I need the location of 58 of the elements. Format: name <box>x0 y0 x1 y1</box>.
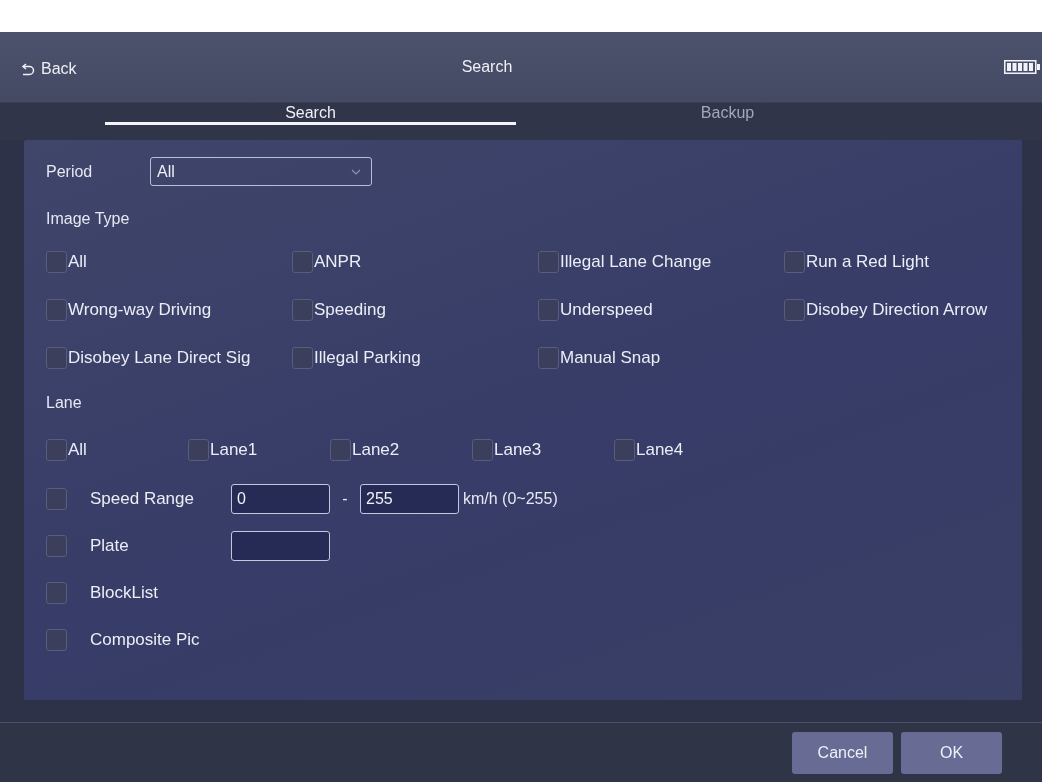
period-dropdown[interactable]: All <box>150 157 372 186</box>
checkbox-label: Lane3 <box>494 440 542 460</box>
input-field[interactable] <box>231 530 330 561</box>
checkbox[interactable] <box>46 487 67 510</box>
checkbox-label: Illegal Parking <box>314 348 421 368</box>
checkbox[interactable] <box>292 299 313 321</box>
checkbox-label: Underspeed <box>560 300 653 320</box>
checkbox-label: BlockList <box>90 582 159 603</box>
checkbox-label: Speeding <box>314 300 386 320</box>
checkbox-label: All <box>68 440 87 460</box>
checkbox-label: Wrong-way Driving <box>68 300 212 320</box>
checkbox-label: Lane1 <box>210 440 258 460</box>
checkbox[interactable] <box>46 439 67 461</box>
caret-icon <box>351 168 361 175</box>
checkbox[interactable] <box>292 347 313 369</box>
checkbox-label: All <box>68 252 87 272</box>
tab[interactable]: Backup <box>522 103 933 125</box>
checkbox[interactable] <box>46 534 67 557</box>
checkbox[interactable] <box>784 251 805 273</box>
input-field[interactable]: 255 <box>360 483 459 514</box>
field-label: Period <box>46 162 93 181</box>
checkbox[interactable] <box>46 299 67 321</box>
checkbox[interactable] <box>472 439 493 461</box>
section-label: Image Type <box>46 210 130 228</box>
checkbox[interactable] <box>330 439 351 461</box>
checkbox[interactable] <box>46 251 67 273</box>
checkbox[interactable] <box>46 347 67 369</box>
checkbox-label: Illegal Lane Change <box>560 252 712 272</box>
range-separator: - <box>342 489 348 508</box>
window-title: Search <box>461 58 513 76</box>
section-label: Lane <box>46 394 82 412</box>
checkbox-label: Plate <box>90 535 129 556</box>
checkbox-label: ANPR <box>314 252 362 272</box>
back-button[interactable]: Back <box>20 60 77 78</box>
tab[interactable]: Search <box>105 103 516 125</box>
checkbox-label: Disobey Lane Direct Sig <box>68 348 251 368</box>
checkbox[interactable] <box>614 439 635 461</box>
checkbox[interactable] <box>46 628 67 651</box>
action-button[interactable]: OK <box>901 731 1002 774</box>
checkbox[interactable] <box>188 439 209 461</box>
checkbox-label: Composite Pic <box>90 629 200 650</box>
battery-icon <box>1004 60 1040 74</box>
checkbox[interactable] <box>46 581 67 604</box>
checkbox[interactable] <box>538 299 559 321</box>
checkbox-label: Manual Snap <box>560 348 661 368</box>
checkbox[interactable] <box>538 251 559 273</box>
action-button[interactable]: Cancel <box>792 731 893 774</box>
checkbox-label: Disobey Direction Arrow <box>806 300 988 320</box>
checkbox[interactable] <box>538 347 559 369</box>
checkbox-label: Lane2 <box>352 440 400 460</box>
curved-arrow-icon <box>20 62 35 76</box>
checkbox-label: Run a Red Light <box>806 252 929 272</box>
checkbox-label: Speed Range <box>90 488 194 509</box>
unit-label: km/h (0~255) <box>463 489 558 508</box>
input-field[interactable]: 0 <box>231 483 330 514</box>
checkbox-label: Lane4 <box>636 440 684 460</box>
checkbox[interactable] <box>784 299 805 321</box>
checkbox[interactable] <box>292 251 313 273</box>
